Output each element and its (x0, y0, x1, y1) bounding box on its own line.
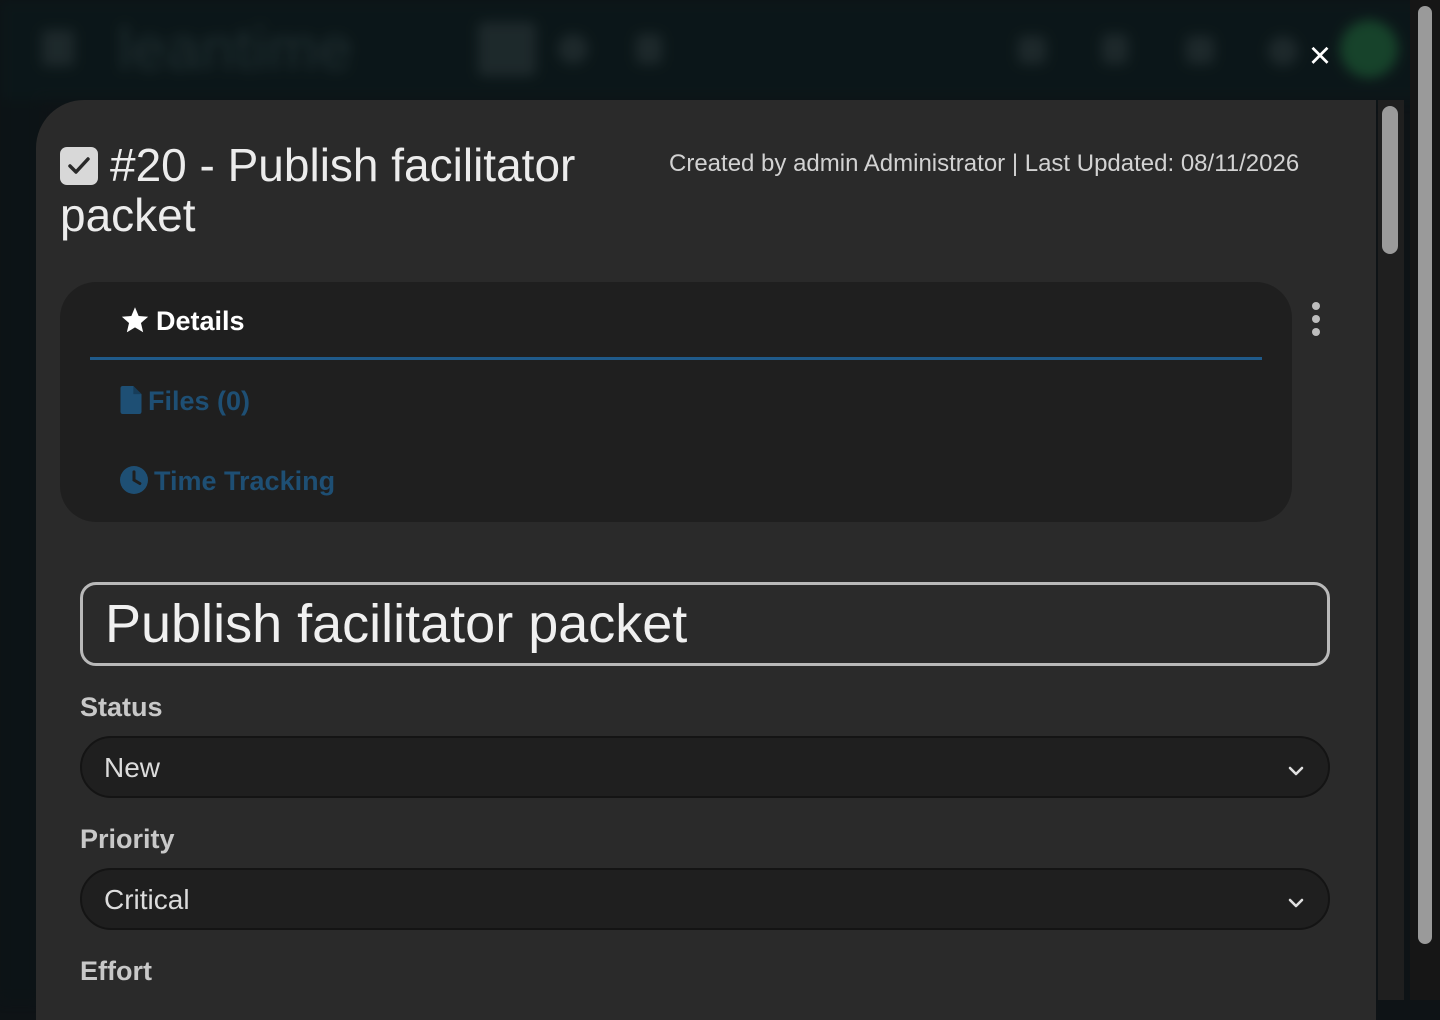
background-help-icon (1102, 34, 1128, 64)
tab-files[interactable]: Files (0) (120, 386, 250, 421)
modal-scrollbar-thumb[interactable] (1382, 106, 1398, 254)
task-title-text: #20 - Publish facilitator packet (60, 139, 576, 241)
kebab-vertical-icon[interactable] (1302, 302, 1330, 342)
file-icon (120, 386, 142, 421)
status-select[interactable]: New (80, 736, 1330, 798)
effort-label: Effort (80, 956, 152, 986)
priority-select[interactable]: Critical (80, 868, 1330, 930)
star-icon (120, 306, 150, 341)
background-widget-icon (636, 34, 662, 64)
app-logo: leantime (118, 15, 353, 82)
clock-icon (120, 466, 148, 501)
tab-panel: Details Files (0) Time Tracking (60, 282, 1292, 522)
tab-details-label: Details (156, 306, 245, 336)
chevron-down-icon (1288, 888, 1304, 921)
tab-details[interactable]: Details (120, 306, 245, 341)
background-timer-icon (478, 22, 536, 76)
background-sidebar (0, 100, 40, 1000)
priority-label: Priority (80, 824, 175, 854)
tab-files-label: Files (0) (148, 386, 251, 416)
hamburger-menu-icon (42, 30, 74, 66)
checkbox-checked-icon (60, 147, 98, 185)
status-label: Status (80, 692, 163, 722)
tab-time-tracking[interactable]: Time Tracking (120, 466, 335, 501)
background-notification-icon (1018, 36, 1046, 64)
task-meta: Created by admin Administrator | Last Up… (669, 150, 1300, 177)
close-icon[interactable]: × (1300, 36, 1340, 76)
background-user-icon (1268, 36, 1298, 66)
status-value: New (104, 752, 161, 783)
tab-time-tracking-label: Time Tracking (154, 466, 336, 496)
task-headline-input[interactable] (80, 582, 1330, 666)
background-avatar (1340, 20, 1398, 78)
priority-value: Critical (104, 884, 190, 915)
background-search-icon (558, 34, 588, 64)
active-tab-indicator (90, 357, 1262, 360)
page-scrollbar-thumb[interactable] (1418, 6, 1432, 944)
task-title: #20 - Publish facilitator packet (60, 140, 620, 240)
background-settings-icon (1186, 36, 1214, 64)
chevron-down-icon (1288, 756, 1304, 789)
